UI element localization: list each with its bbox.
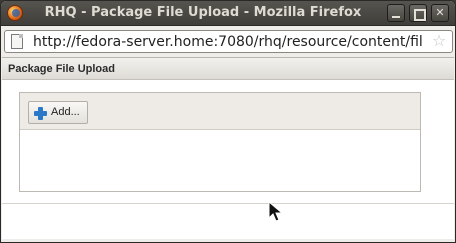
bottom-area — [2, 208, 454, 239]
browser-window: RHQ - Package File Upload - Mozilla Fire… — [0, 0, 456, 243]
upload-panel: Add... — [19, 92, 421, 192]
add-button-label: Add... — [51, 106, 80, 118]
panel-toolbar: Add... — [20, 93, 420, 130]
document-icon — [11, 34, 23, 49]
page-title: Package File Upload — [8, 63, 115, 75]
close-button[interactable]: ✕ — [431, 4, 449, 22]
url-bar[interactable]: http://fedora-server.home:7080/rhq/resou… — [4, 30, 453, 53]
url-text[interactable]: http://fedora-server.home:7080/rhq/resou… — [33, 33, 425, 51]
page-content: Package File Upload Add... — [2, 57, 454, 239]
star-icon[interactable]: ☆ — [430, 32, 448, 50]
divider — [2, 203, 454, 204]
firefox-icon — [7, 5, 23, 21]
add-button[interactable]: Add... — [28, 101, 88, 124]
section-header: Package File Upload — [2, 58, 454, 80]
mouse-pointer-icon — [268, 201, 284, 222]
window-title: RHQ - Package File Upload - Mozilla Fire… — [44, 5, 362, 20]
minimize-button[interactable] — [387, 4, 405, 22]
maximize-button[interactable] — [409, 4, 427, 22]
titlebar[interactable]: RHQ - Package File Upload - Mozilla Fire… — [1, 1, 455, 26]
plus-icon — [34, 107, 47, 120]
